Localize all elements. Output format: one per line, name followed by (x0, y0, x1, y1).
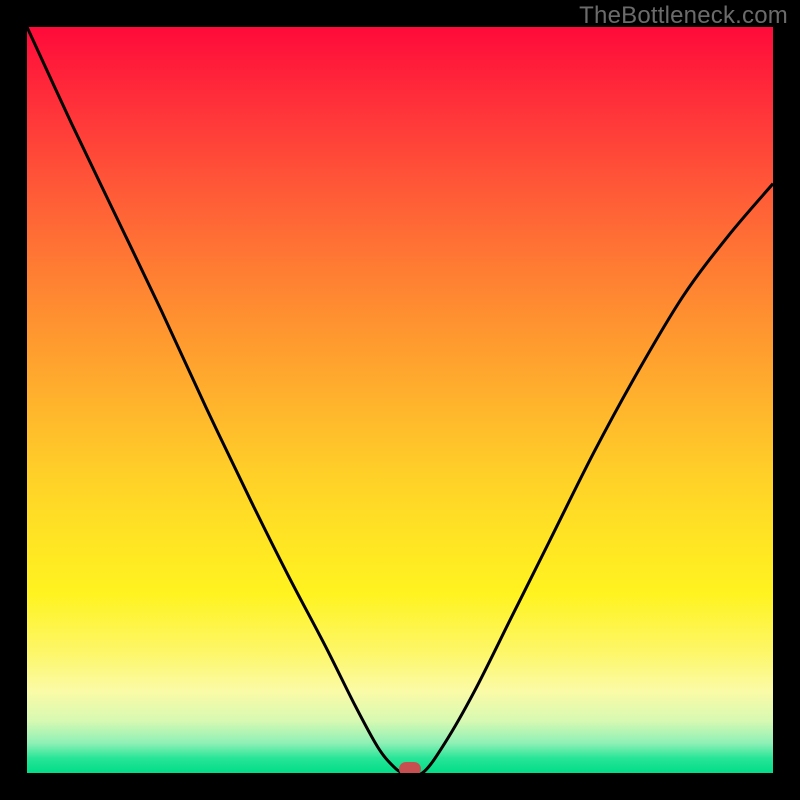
bottleneck-curve (27, 27, 773, 773)
watermark-text: TheBottleneck.com (579, 2, 788, 30)
chart-frame: TheBottleneck.com (0, 0, 800, 800)
curve-svg (27, 27, 773, 773)
plot-area (27, 27, 773, 773)
minimum-marker (399, 762, 421, 773)
